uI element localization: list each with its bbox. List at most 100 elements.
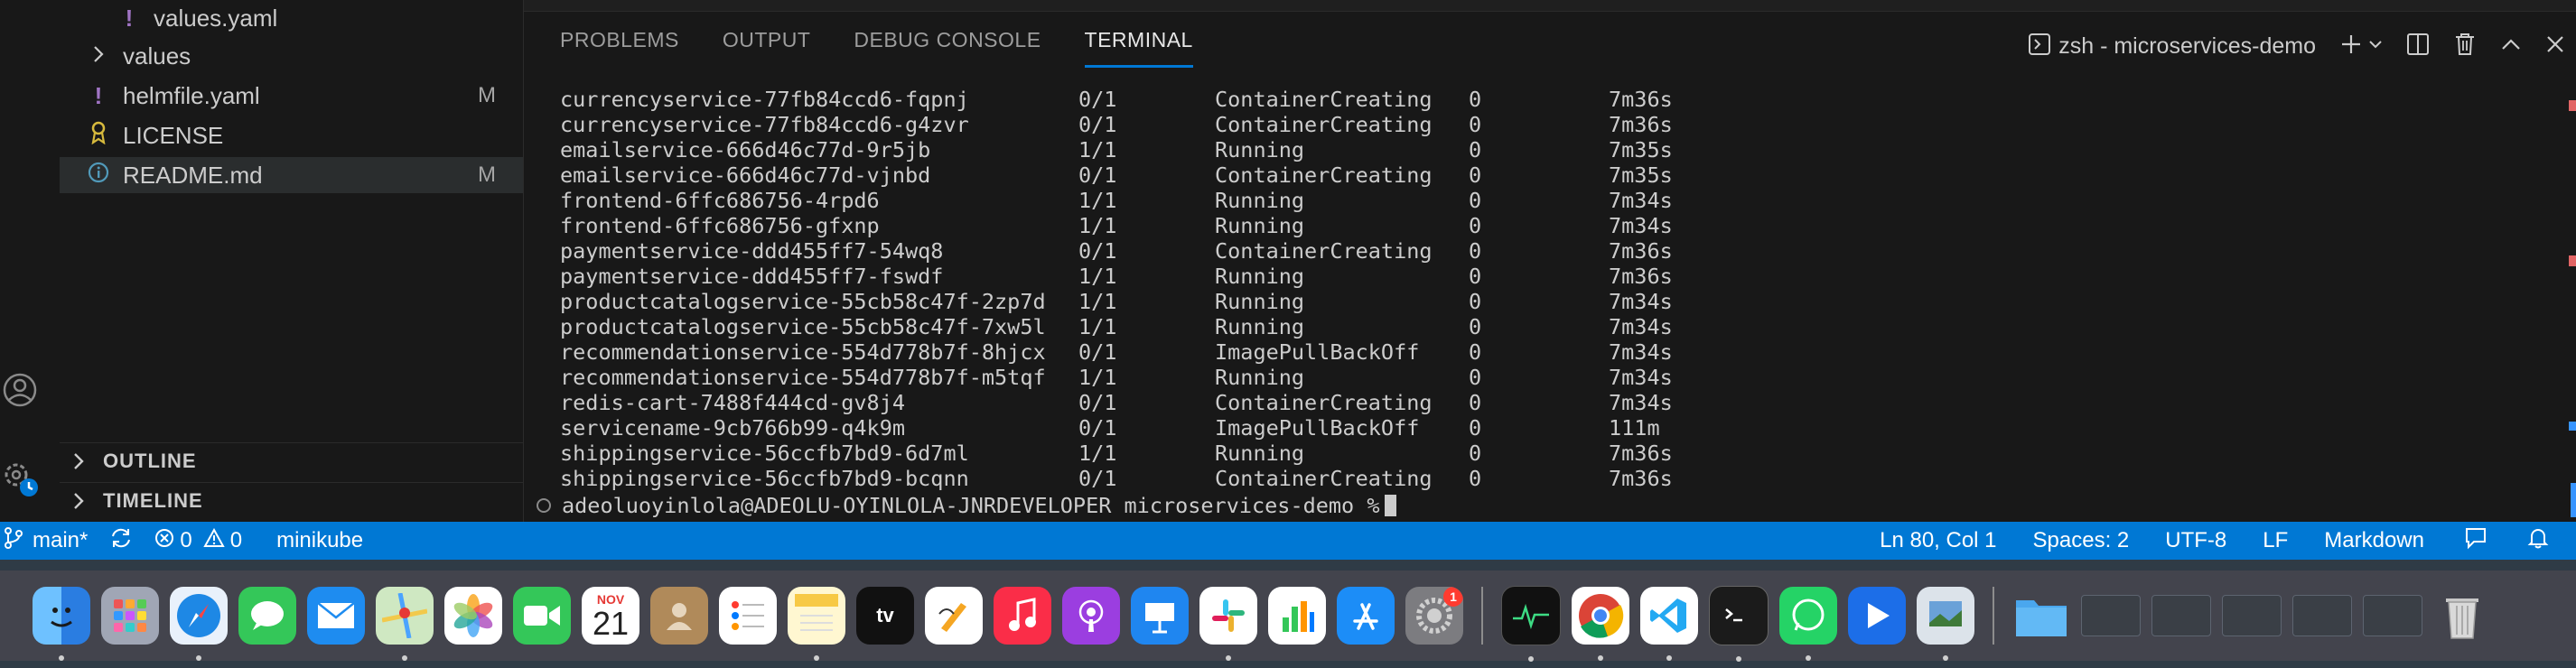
pod-ready: 1/1: [1078, 137, 1117, 162]
pod-restarts: 0: [1469, 415, 1482, 441]
appletv-label: tv: [876, 604, 894, 626]
terminal-actions: zsh - microservices-demo: [2028, 30, 2576, 62]
music-icon[interactable]: [994, 587, 1051, 645]
maximize-panel-button[interactable]: [2500, 30, 2522, 62]
tab-problems[interactable]: PROBLEMS: [560, 28, 679, 68]
slack-icon[interactable]: [1199, 587, 1257, 645]
terminal-line: redis-cart-7488f444cd-gv8j4 0/1 ContainerC…: [560, 390, 2529, 415]
pod-age: 7m34s: [1609, 314, 1673, 339]
minimized-window-thumbnail[interactable]: [2081, 595, 2141, 636]
terminal-instance[interactable]: zsh - microservices-demo: [2028, 30, 2316, 62]
pod-age: 7m36s: [1609, 441, 1673, 466]
safari-icon[interactable]: [170, 587, 228, 645]
reminders-icon[interactable]: [719, 587, 777, 645]
file-name: LICENSE: [123, 121, 224, 149]
close-panel-button[interactable]: [2545, 30, 2565, 62]
pod-restarts: 0: [1469, 238, 1482, 264]
feedback-button[interactable]: [2453, 522, 2498, 560]
activity-monitor-icon[interactable]: [1501, 586, 1561, 645]
pod-status: ContainerCreating: [1215, 466, 1433, 491]
calendar-icon[interactable]: NOV 21: [582, 587, 639, 645]
kube-context[interactable]: minikube: [266, 522, 374, 560]
sync-button[interactable]: [98, 522, 144, 560]
indentation[interactable]: Spaces: 2: [2022, 522, 2141, 560]
minimized-window-thumbnail[interactable]: [2222, 595, 2282, 636]
terminal-line: recommendationservice-554d778b7f-8hjcx 0/…: [560, 339, 2529, 365]
vscode-icon[interactable]: [1640, 587, 1698, 645]
notifications-button[interactable]: [2516, 522, 2560, 560]
terminal-line: productcatalogservice-55cb58c47f-2zp7d 1/…: [560, 289, 2529, 314]
chrome-icon[interactable]: [1572, 587, 1629, 645]
pod-restarts: 0: [1469, 264, 1482, 289]
maps-icon[interactable]: [376, 587, 434, 645]
pod-restarts: 0: [1469, 112, 1482, 137]
file-license[interactable]: LICENSE: [60, 117, 523, 153]
minimized-window-thumbnail[interactable]: [2292, 595, 2352, 636]
trash-can-icon[interactable]: [2433, 587, 2491, 645]
pod-age: 7m34s: [1609, 213, 1673, 238]
manage-gear-icon[interactable]: [0, 459, 40, 498]
running-indicator: [1598, 655, 1603, 661]
split-terminal-button[interactable]: [2406, 30, 2430, 62]
minimized-window-thumbnail[interactable]: [2151, 595, 2211, 636]
cursor-position[interactable]: Ln 80, Col 1: [1869, 522, 2007, 560]
terminal-app-icon[interactable]: [1709, 586, 1769, 645]
freeform-icon[interactable]: [925, 587, 983, 645]
app-store-icon[interactable]: [1337, 587, 1395, 645]
pod-restarts: 0: [1469, 213, 1482, 238]
preview-icon[interactable]: [1917, 587, 1974, 645]
encoding[interactable]: UTF-8: [2154, 522, 2237, 560]
contacts-icon[interactable]: [650, 587, 708, 645]
file-values-yaml[interactable]: ! values.yaml: [60, 0, 523, 36]
messages-icon[interactable]: [238, 587, 296, 645]
downloads-folder-icon[interactable]: [2012, 587, 2070, 645]
scrollbar-marker: [2569, 255, 2576, 266]
mail-icon[interactable]: [307, 587, 365, 645]
terminal-prompt[interactable]: adeoluoyinlola@ADEOLU-OYINLOLA-JNRDEVELO…: [537, 493, 1397, 518]
tab-output[interactable]: OUTPUT: [723, 28, 811, 68]
pod-name: currencyservice-77fb84ccd6-fqpnj: [560, 87, 969, 112]
terminal-output[interactable]: currencyservice-77fb84ccd6-fqpnj 0/1 Conta…: [560, 87, 2529, 491]
file-helmfile-yaml[interactable]: ! helmfile.yaml M: [60, 78, 523, 114]
outline-section-header[interactable]: OUTLINE: [60, 442, 523, 479]
kill-terminal-button[interactable]: [2453, 30, 2477, 62]
branch-status[interactable]: main*: [0, 522, 98, 560]
minimized-window-thumbnail[interactable]: [2363, 595, 2422, 636]
error-count: 0: [180, 528, 192, 552]
scrollbar-thumb[interactable]: [2571, 483, 2576, 517]
pod-age: 7m34s: [1609, 188, 1673, 213]
timeline-section-header[interactable]: TIMELINE: [60, 482, 523, 519]
keynote-icon[interactable]: [1131, 587, 1189, 645]
terminal-line: currencyservice-77fb84ccd6-g4zvr 0/1 Conta…: [560, 112, 2529, 137]
prime-video-icon[interactable]: [1848, 587, 1906, 645]
problems-status[interactable]: 0 0: [144, 522, 253, 560]
terminal-line: servicename-9cb766b99-q4k9m 0/1 ImagePullB…: [560, 415, 2529, 441]
numbers-icon[interactable]: [1268, 587, 1326, 645]
file-readme-md[interactable]: README.md M: [60, 157, 523, 193]
terminal-cursor: [1385, 495, 1397, 516]
feedback-icon: [2464, 526, 2487, 556]
activity-bar: [0, 0, 61, 522]
podcasts-icon[interactable]: [1062, 587, 1120, 645]
pod-name: emailservice-666d46c77d-9r5jb: [560, 137, 931, 162]
end-of-line[interactable]: LF: [2252, 522, 2299, 560]
apple-tv-icon[interactable]: tv: [856, 587, 914, 645]
launchpad-icon[interactable]: [101, 587, 159, 645]
notes-icon[interactable]: [788, 587, 845, 645]
whatsapp-icon[interactable]: [1779, 587, 1837, 645]
facetime-icon[interactable]: [513, 587, 571, 645]
pod-ready: 0/1: [1078, 238, 1117, 264]
finder-icon[interactable]: [33, 587, 90, 645]
system-settings-icon[interactable]: 1: [1405, 587, 1463, 645]
photos-icon[interactable]: [444, 587, 502, 645]
tab-terminal[interactable]: TERMINAL: [1084, 28, 1193, 68]
folder-values[interactable]: values: [60, 38, 523, 74]
tab-debug-console[interactable]: DEBUG CONSOLE: [854, 28, 1041, 68]
language-mode[interactable]: Markdown: [2313, 522, 2435, 560]
account-icon[interactable]: [0, 370, 40, 410]
pod-ready: 0/1: [1078, 87, 1117, 112]
running-indicator: [1226, 655, 1231, 661]
chevron-down-icon: [2368, 38, 2383, 54]
new-terminal-button[interactable]: [2339, 30, 2383, 62]
pod-ready: 0/1: [1078, 415, 1117, 441]
